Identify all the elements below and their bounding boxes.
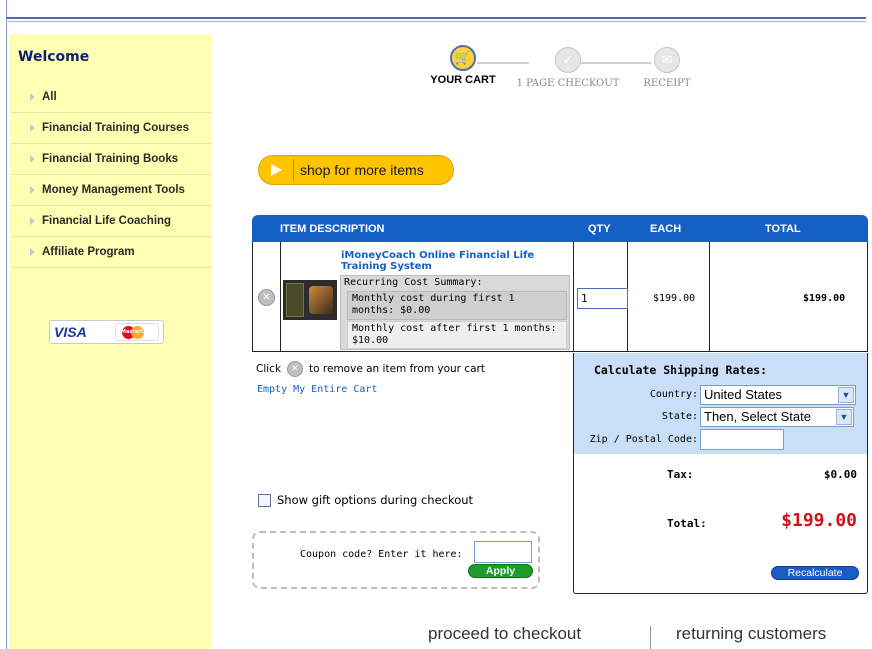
remove-note-prefix: Click (256, 363, 282, 375)
state-label: State: (661, 411, 698, 422)
gift-options-checkbox[interactable] (258, 493, 271, 507)
chevron-down-icon: ▼ (838, 387, 854, 403)
triangle-right-icon (30, 93, 35, 101)
envelope-icon: ✉ (654, 47, 680, 73)
remove-x-icon: ✕ (287, 361, 304, 377)
zip-input[interactable] (700, 429, 784, 450)
step-receipt: ✉ RECEIPT (637, 47, 697, 89)
header-item-description: ITEM DESCRIPTION (280, 223, 385, 235)
totals-panel: Tax: $0.00 Total: $199.00 Recalculate (573, 454, 868, 594)
proceed-to-checkout-heading[interactable]: proceed to checkout (428, 624, 581, 644)
step-one-page-checkout: ✓ 1 PAGE CHECKOUT (513, 47, 623, 89)
cart-table-header: ITEM DESCRIPTION QTY EACH TOTAL (252, 215, 868, 242)
recurring-cost-summary: Recurring Cost Summary: Monthly cost dur… (340, 275, 570, 350)
triangle-right-icon (30, 217, 35, 225)
cost-after-months: Monthly cost after first 1 months: $10.0… (347, 321, 567, 349)
state-select[interactable]: Then, Select State ▼ (700, 407, 854, 427)
sidebar-item-affiliate-program[interactable]: Affiliate Program (10, 237, 212, 268)
sidebar-item-financial-training-courses[interactable]: Financial Training Courses (10, 113, 212, 144)
sidebar-item-label: Affiliate Program (42, 246, 135, 258)
frame-border-left (6, 0, 7, 649)
triangle-right-icon (30, 155, 35, 163)
visa-logo: VISA (54, 324, 87, 340)
triangle-right-icon (30, 186, 35, 194)
header-total: TOTAL (765, 223, 801, 235)
country-select[interactable]: United States ▼ (700, 385, 856, 405)
sidebar-item-financial-life-coaching[interactable]: Financial Life Coaching (10, 206, 212, 237)
total-label: Total: (667, 517, 707, 530)
summary-title: Recurring Cost Summary: (344, 277, 483, 288)
triangle-right-icon (30, 248, 35, 256)
triangle-right-icon (30, 124, 35, 132)
sidebar: Welcome All Financial Training Courses F… (10, 34, 212, 649)
step-label: YOUR CART (430, 74, 496, 86)
item-name-link[interactable]: iMoneyCoach Online Financial Life Traini… (341, 250, 571, 272)
step-label: RECEIPT (643, 78, 691, 89)
sidebar-item-all[interactable]: All (10, 82, 212, 113)
returning-customers-heading[interactable]: returning customers (676, 624, 826, 644)
remove-note-suffix: to remove an item from your cart (309, 363, 485, 375)
shipping-title: Calculate Shipping Rates: (594, 363, 768, 377)
chevron-down-icon: ▼ (836, 409, 852, 425)
cart-icon: 🛒 (450, 45, 476, 71)
item-each-price: $199.00 (653, 293, 696, 304)
sidebar-nav: All Financial Training Courses Financial… (10, 82, 212, 268)
empty-cart-link[interactable]: Empty My Entire Cart (257, 384, 377, 395)
country-select-value: United States (704, 387, 783, 402)
footer-divider (650, 626, 651, 649)
sidebar-welcome-heading: Welcome (18, 49, 90, 65)
header-each: EACH (650, 223, 682, 235)
state-select-value: Then, Select State (704, 409, 811, 424)
product-thumbnail (283, 280, 337, 320)
coupon-label: Coupon code? Enter it here: (300, 549, 463, 560)
sidebar-item-label: Money Management Tools (42, 184, 185, 196)
remove-item-icon[interactable]: ✕ (258, 289, 275, 306)
apply-coupon-button[interactable]: Apply (468, 564, 533, 578)
payment-cards-logo: VISA MasterCard (49, 320, 164, 344)
country-label: Country: (649, 389, 698, 400)
quantity-input[interactable] (577, 288, 628, 309)
sidebar-item-financial-training-books[interactable]: Financial Training Books (10, 144, 212, 175)
recalculate-button[interactable]: Recalculate (771, 566, 859, 580)
step-label: 1 PAGE CHECKOUT (516, 78, 620, 89)
checkmark-icon: ✓ (555, 47, 581, 73)
frame-border-top-thin (6, 21, 866, 22)
sidebar-item-label: Financial Life Coaching (42, 215, 172, 227)
frame-border-top (6, 17, 866, 19)
shop-for-more-items-button[interactable]: shop for more items (258, 155, 454, 185)
sidebar-item-money-management-tools[interactable]: Money Management Tools (10, 175, 212, 206)
grand-total-value: $199.00 (781, 510, 857, 531)
gift-options-row: Show gift options during checkout (258, 493, 473, 507)
tax-value: $0.00 (823, 468, 857, 481)
shop-button-label: shop for more items (300, 162, 424, 178)
remove-item-note: Click ✕ to remove an item from your cart (256, 361, 485, 377)
sidebar-item-label: All (42, 91, 57, 103)
coupon-input[interactable] (474, 541, 532, 563)
table-row: ✕ iMoneyCoach Online Financial Life Trai… (252, 242, 868, 352)
mastercard-logo: MasterCard (115, 323, 159, 341)
shipping-calculator: Calculate Shipping Rates: Country: Unite… (573, 353, 868, 454)
coupon-box: Coupon code? Enter it here: Apply (252, 531, 540, 589)
cost-first-months: Monthly cost during first 1 months: $0.0… (347, 291, 567, 320)
gift-options-label: Show gift options during checkout (277, 493, 474, 507)
sidebar-item-label: Financial Training Courses (42, 122, 189, 134)
item-total-price: $199.00 (803, 293, 846, 304)
step-your-cart: 🛒 YOUR CART (427, 45, 499, 86)
tax-label: Tax: (667, 468, 694, 481)
play-arrow-icon (268, 162, 290, 178)
zip-label: Zip / Postal Code: (589, 434, 698, 445)
sidebar-item-label: Financial Training Books (42, 153, 179, 165)
header-qty: QTY (588, 223, 611, 235)
